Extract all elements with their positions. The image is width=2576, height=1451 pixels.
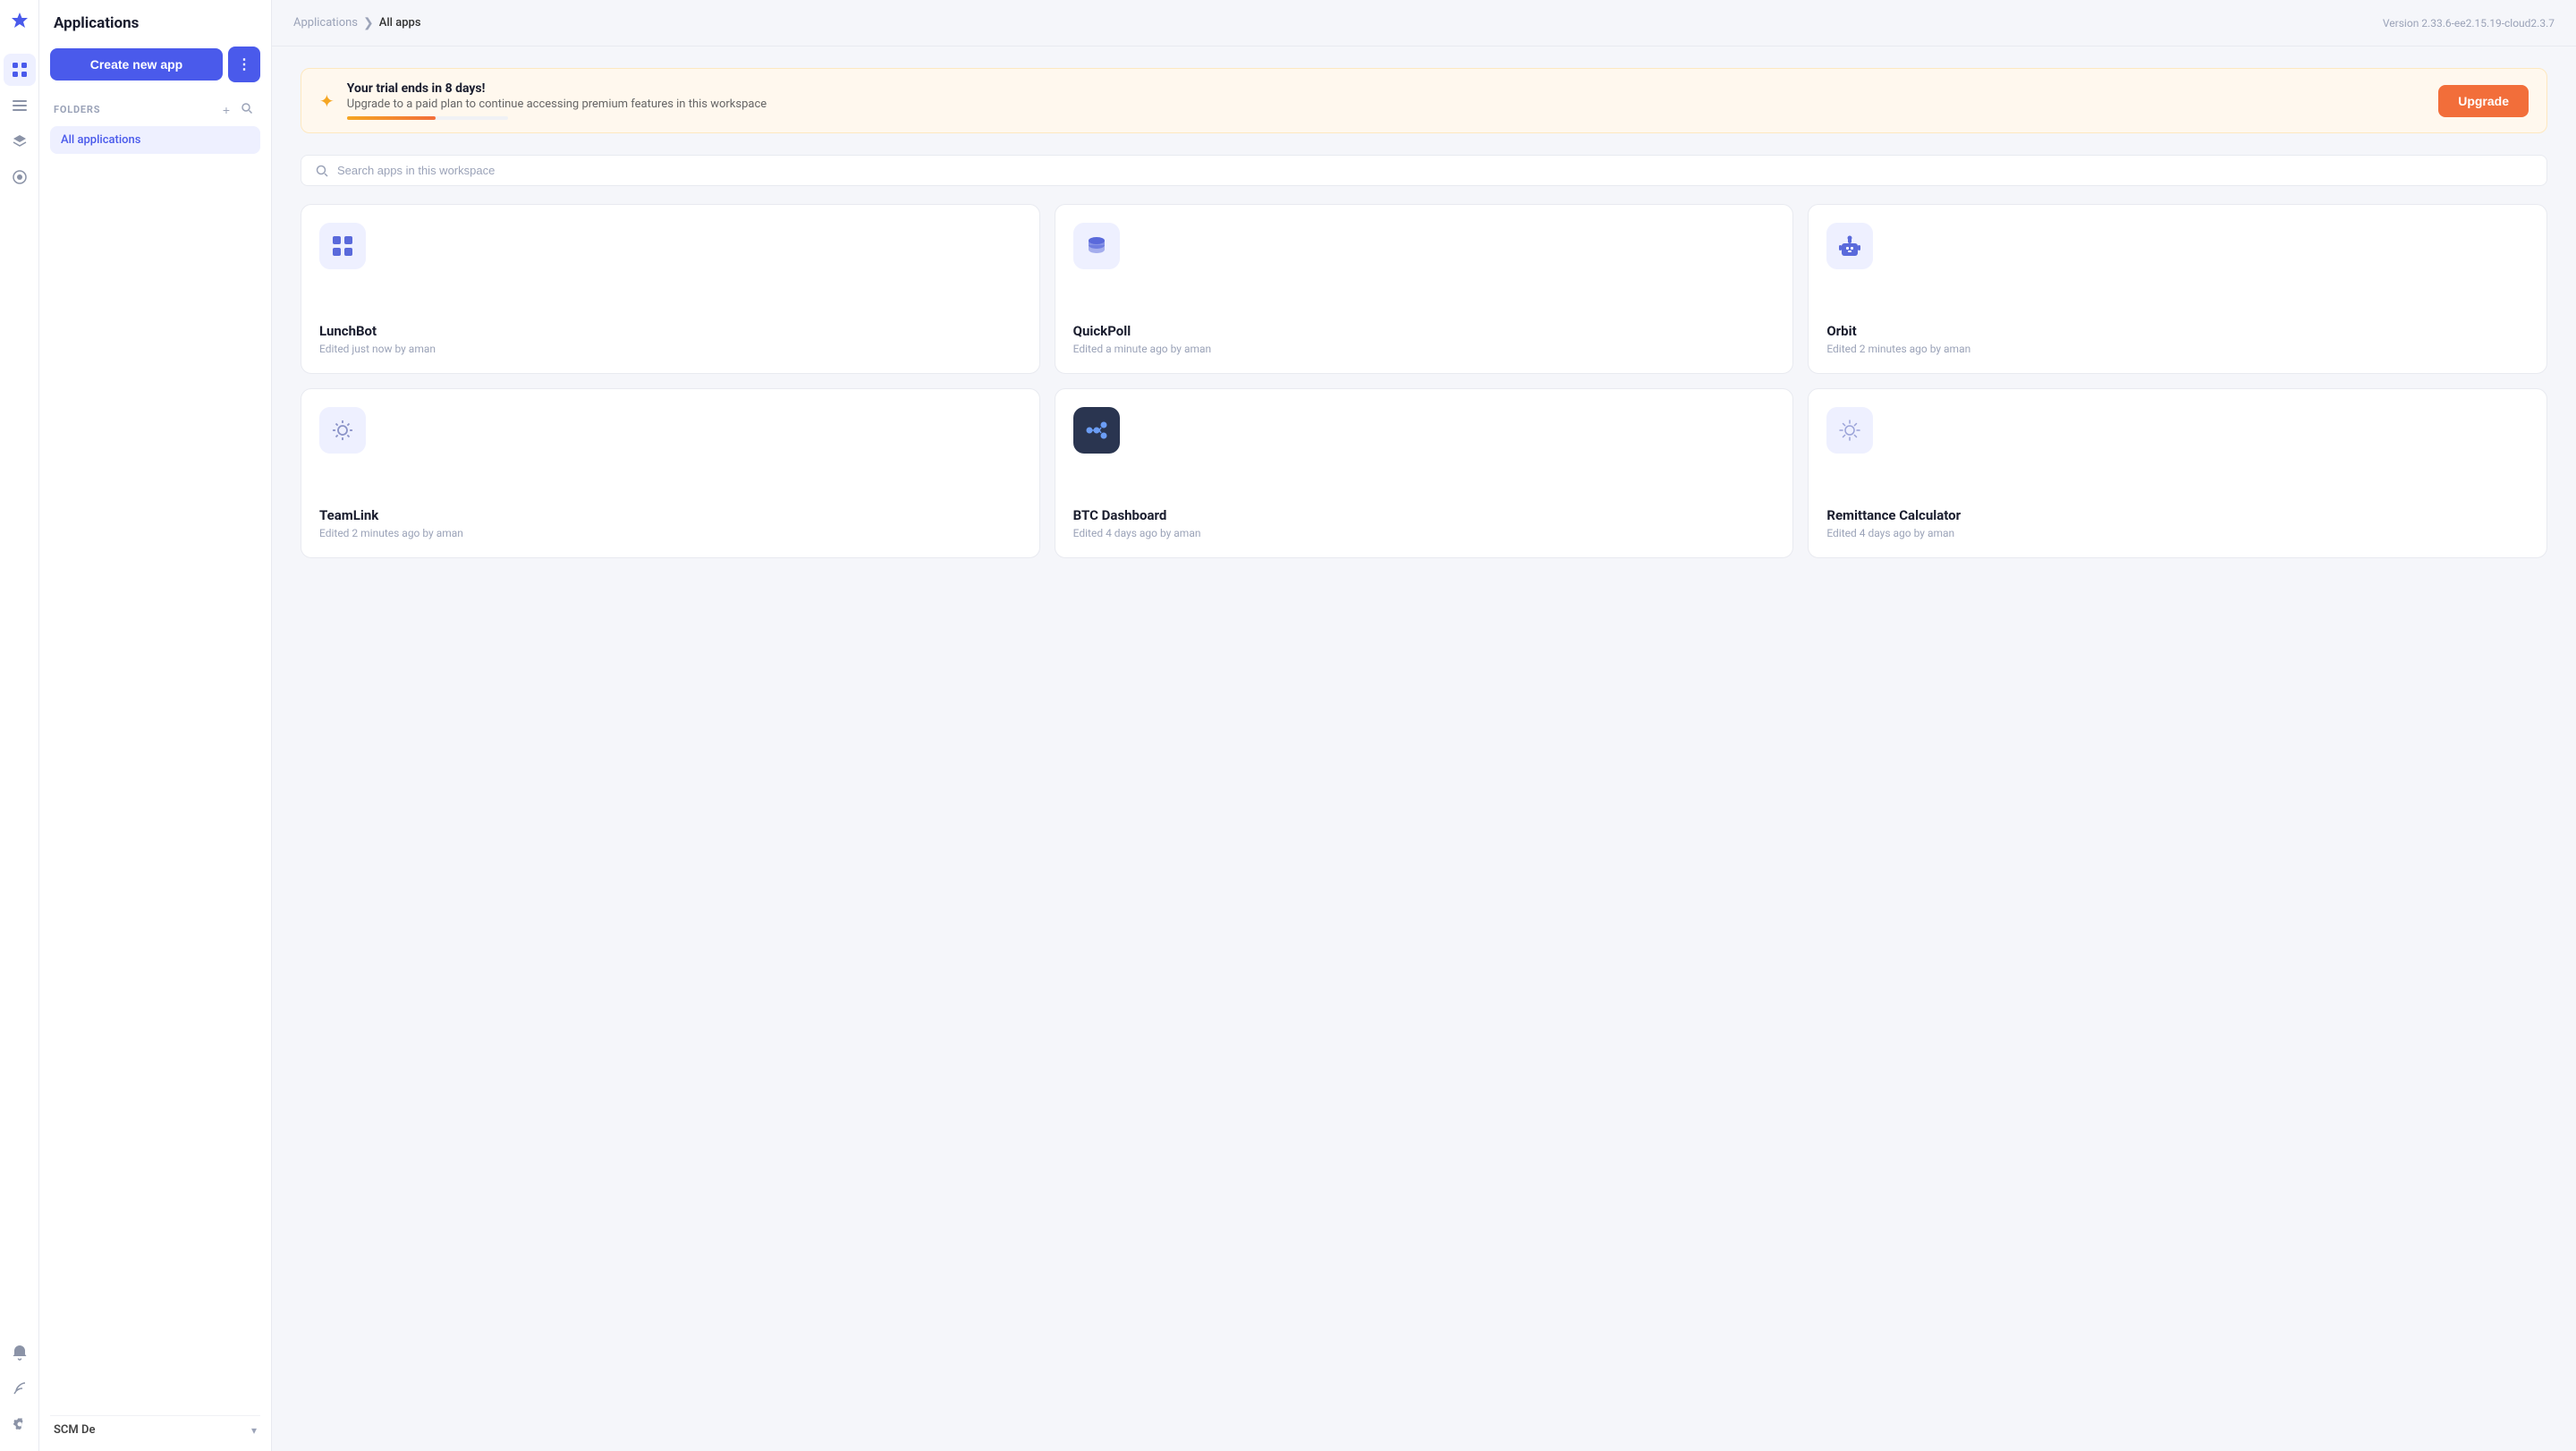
app-card-quickpoll[interactable]: QuickPoll Edited a minute ago by aman [1055,204,1794,374]
breadcrumb-separator: ❯ [363,16,374,30]
app-icon-remittance [1826,407,1873,454]
nav-icon-bell[interactable] [4,1336,36,1369]
app-meta-lunchbot: Edited just now by aman [319,343,1021,355]
search-input[interactable] [337,164,2532,177]
search-folder-button[interactable] [237,100,257,119]
nav-icon-settings[interactable] [4,1408,36,1440]
app-card-btcdashboard[interactable]: BTC Dashboard Edited 4 days ago by aman [1055,388,1794,558]
app-name-remittance: Remittance Calculator [1826,507,2529,523]
app-icon-btcdashboard [1073,407,1120,454]
nav-icon-feather[interactable] [4,1372,36,1404]
breadcrumb-current: All apps [379,16,421,30]
add-folder-button[interactable]: + [219,100,233,119]
app-icon-teamlink [319,407,366,454]
app-meta-teamlink: Edited 2 minutes ago by aman [319,527,1021,539]
search-icon [316,165,328,177]
sidebar: Applications Create new app ⋮ FOLDERS + … [39,0,272,1451]
folders-label: FOLDERS + [50,100,260,119]
content-area: ✦ Your trial ends in 8 days! Upgrade to … [272,47,2576,1451]
topbar: Applications ❯ All apps Version 2.33.6-e… [272,0,2576,47]
app-card-lunchbot[interactable]: LunchBot Edited just now by aman [301,204,1040,374]
app-logo [9,11,30,36]
app-meta-btcdashboard: Edited 4 days ago by aman [1073,527,1775,539]
create-btn-row: Create new app ⋮ [50,47,260,82]
app-name-quickpoll: QuickPoll [1073,323,1775,339]
app-name-teamlink: TeamLink [319,507,1021,523]
search-bar [301,155,2547,186]
trial-banner-title: Your trial ends in 8 days! [347,81,2426,96]
app-card-teamlink[interactable]: TeamLink Edited 2 minutes ago by aman [301,388,1040,558]
app-name-orbit: Orbit [1826,323,2529,339]
app-icon-lunchbot [319,223,366,269]
create-new-app-button[interactable]: Create new app [50,48,223,81]
trial-banner-icon: ✦ [319,90,335,112]
main-content: Applications ❯ All apps Version 2.33.6-e… [272,0,2576,1451]
chevron-down-icon[interactable]: ▾ [251,1424,257,1437]
app-name-lunchbot: LunchBot [319,323,1021,339]
app-card-remittance[interactable]: Remittance Calculator Edited 4 days ago … [1808,388,2547,558]
nav-icon-plug[interactable] [4,161,36,193]
breadcrumb-parent[interactable]: Applications [293,16,358,30]
app-grid: LunchBot Edited just now by aman QuickPo… [301,204,2547,558]
version-label: Version 2.33.6-ee2.15.19-cloud2.3.7 [2383,17,2555,30]
trial-banner-subtitle: Upgrade to a paid plan to continue acces… [347,98,2426,111]
app-meta-remittance: Edited 4 days ago by aman [1826,527,2529,539]
sidebar-footer: SCM De ▾ [50,1415,260,1437]
app-card-orbit[interactable]: Orbit Edited 2 minutes ago by aman [1808,204,2547,374]
sidebar-title: Applications [50,14,260,32]
trial-banner: ✦ Your trial ends in 8 days! Upgrade to … [301,68,2547,133]
workspace-name: SCM De [54,1423,96,1437]
app-icon-quickpoll [1073,223,1120,269]
nav-icon-grid[interactable] [4,54,36,86]
breadcrumb: Applications ❯ All apps [293,16,421,30]
app-icon-orbit [1826,223,1873,269]
app-meta-quickpoll: Edited a minute ago by aman [1073,343,1775,355]
trial-progress-track [347,116,508,120]
icon-rail [0,0,39,1451]
app-meta-orbit: Edited 2 minutes ago by aman [1826,343,2529,355]
nav-icon-layers[interactable] [4,125,36,157]
trial-banner-text: Your trial ends in 8 days! Upgrade to a … [347,81,2426,120]
create-btn-menu-button[interactable]: ⋮ [228,47,260,82]
sidebar-item-all-applications[interactable]: All applications [50,126,260,154]
app-name-btcdashboard: BTC Dashboard [1073,507,1775,523]
nav-icon-list[interactable] [4,89,36,122]
trial-progress-bar [347,116,436,120]
folders-actions: + [219,100,257,119]
upgrade-button[interactable]: Upgrade [2438,85,2529,117]
